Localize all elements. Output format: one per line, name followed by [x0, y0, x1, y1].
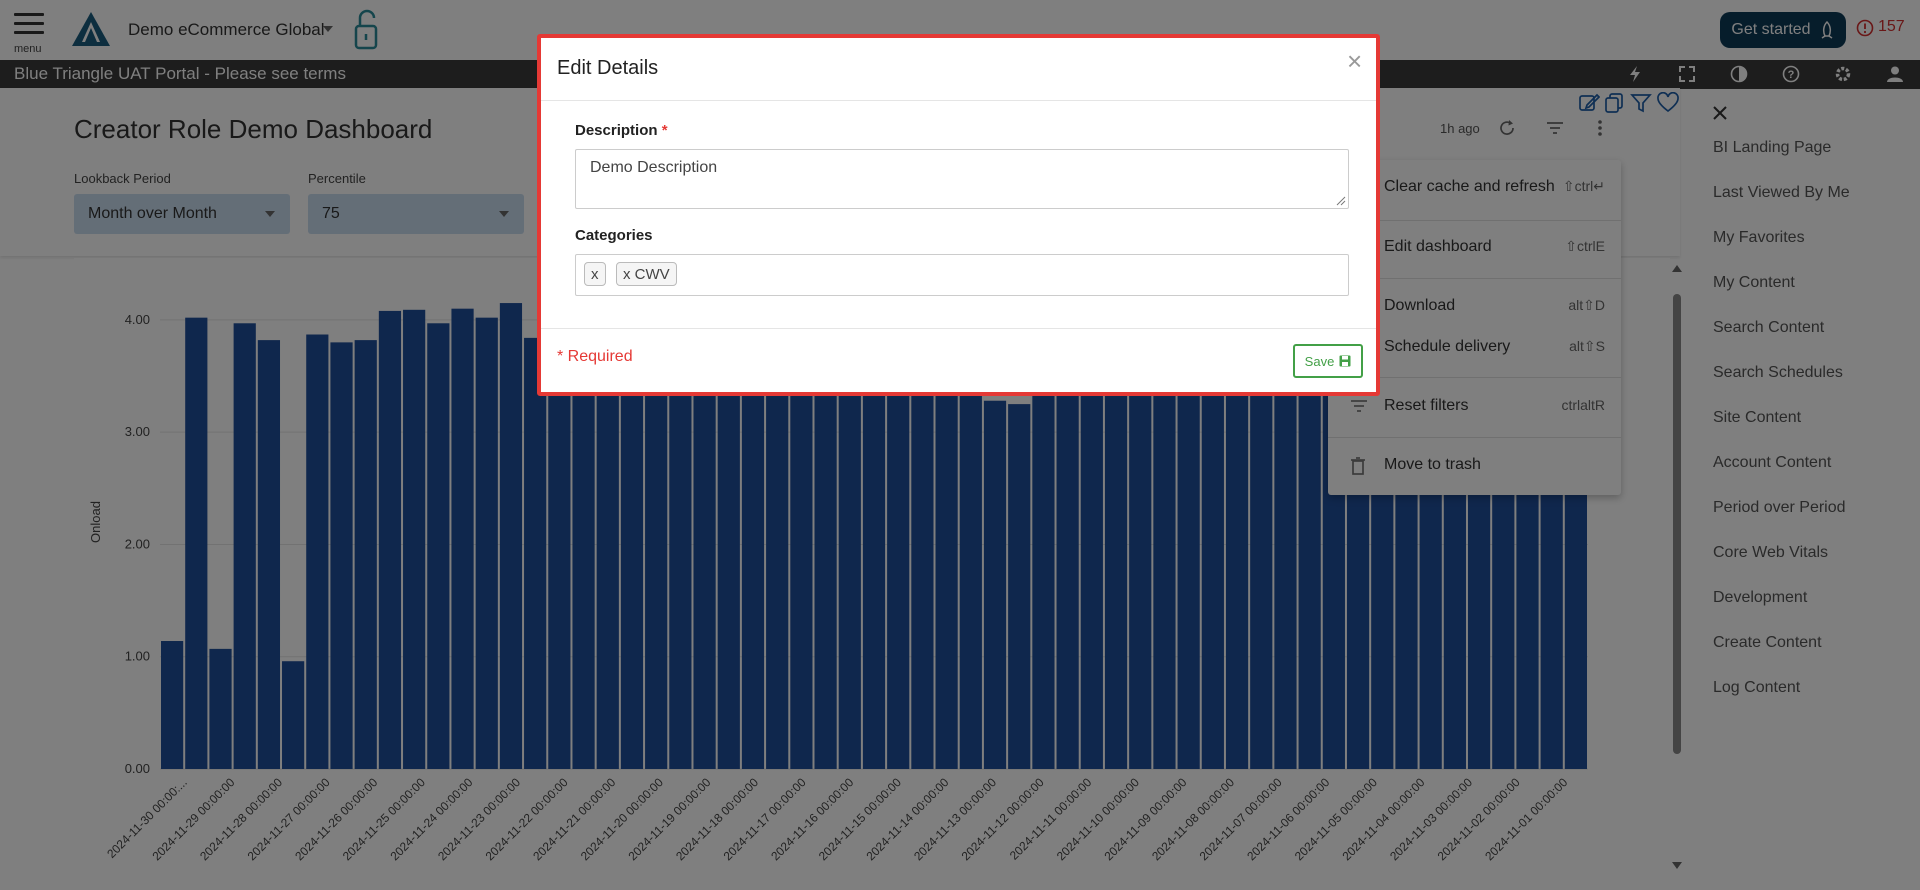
- description-label-text: Description: [575, 122, 658, 139]
- floppy-disk-icon: [1339, 355, 1351, 367]
- save-button[interactable]: Save: [1293, 344, 1363, 378]
- description-field[interactable]: Demo Description: [575, 149, 1349, 209]
- category-tag-cwv[interactable]: x CWV: [616, 262, 677, 286]
- required-star: *: [661, 122, 668, 139]
- dialog-divider: [541, 100, 1376, 101]
- save-label: Save: [1304, 353, 1335, 369]
- categories-label: Categories: [575, 227, 653, 244]
- close-icon[interactable]: ×: [1347, 46, 1362, 77]
- resize-handle-icon[interactable]: [1336, 196, 1346, 206]
- required-note: * Required: [557, 348, 633, 365]
- dialog-divider: [541, 328, 1376, 329]
- dialog-title: Edit Details: [557, 57, 659, 79]
- edit-details-dialog: Edit Details × Description * Demo Descri…: [537, 34, 1380, 396]
- description-value: Demo Description: [590, 159, 718, 176]
- category-tag[interactable]: x: [584, 262, 606, 286]
- categories-field[interactable]: x x CWV: [575, 254, 1349, 296]
- description-label: Description *: [575, 122, 668, 139]
